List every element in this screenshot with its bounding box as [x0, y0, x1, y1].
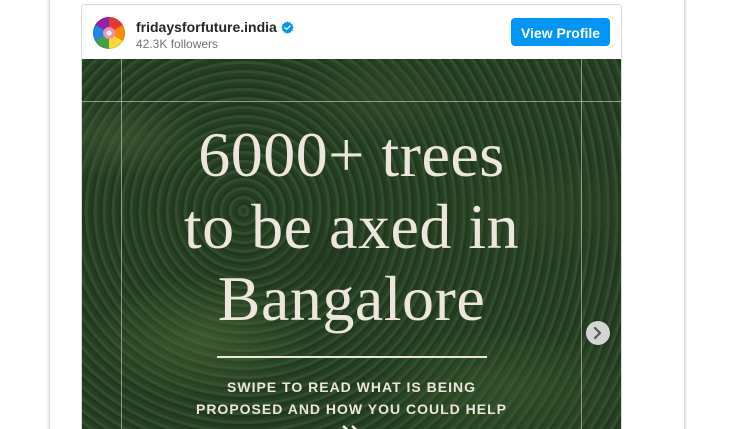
next-slide-button[interactable] — [586, 321, 610, 345]
double-chevron-right-icon — [342, 425, 358, 429]
verified-badge-icon — [281, 20, 294, 34]
username-row: fridaysforfuture.india — [136, 18, 294, 36]
headline-line: Bangalore — [217, 263, 486, 334]
divider — [217, 356, 487, 358]
page: fridaysforfuture.india 42.3K followers V… — [0, 0, 729, 429]
instagram-embed: fridaysforfuture.india 42.3K followers V… — [81, 4, 622, 429]
guide-line — [82, 101, 621, 102]
view-profile-button[interactable]: View Profile — [511, 18, 610, 46]
headline-line: to be axed in — [183, 191, 520, 262]
embed-header: fridaysforfuture.india 42.3K followers V… — [82, 5, 621, 59]
chevron-right-icon — [593, 327, 602, 339]
headline-line: 6000+ trees — [198, 119, 505, 190]
username[interactable]: fridaysforfuture.india — [136, 19, 277, 35]
follower-count: 42.3K followers — [136, 37, 219, 51]
subtext-line: SWIPE TO READ WHAT IS BEING — [227, 379, 476, 395]
avatar[interactable] — [93, 17, 125, 49]
subtext-line: PROPOSED AND HOW YOU COULD HELP — [195, 401, 508, 417]
post-image[interactable]: 6000+ trees to be axed in Bangalore SWIP… — [82, 59, 621, 429]
